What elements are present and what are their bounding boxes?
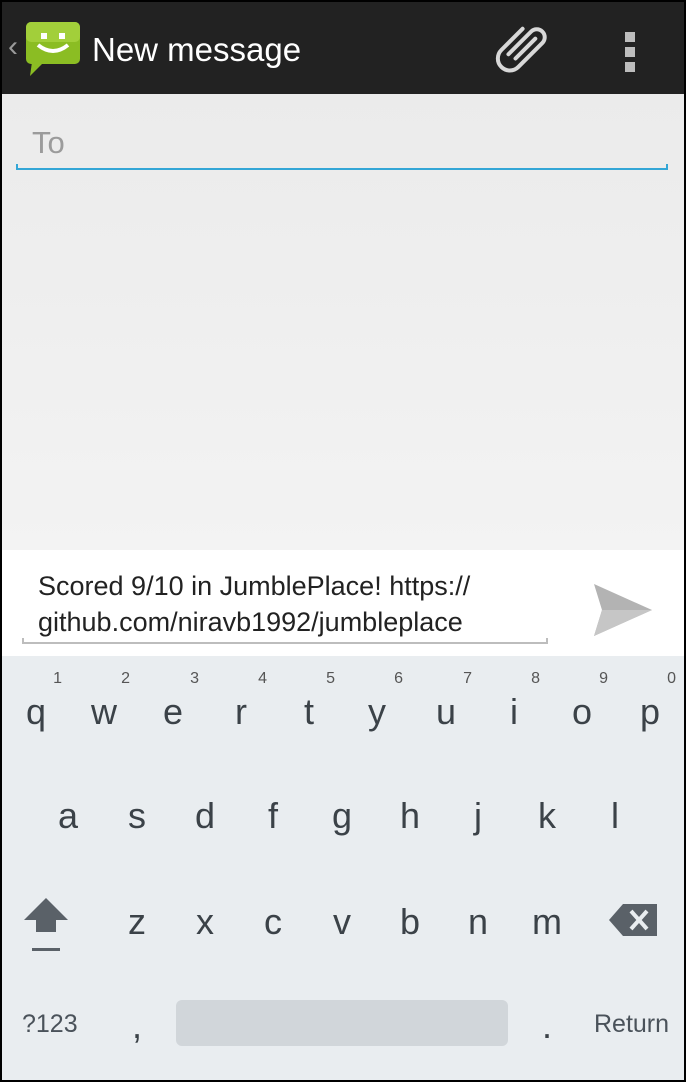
soft-keyboard: 1q 2w 3e 4r 5t 6y 7u 8i 9o 0p a s d f g … bbox=[2, 656, 684, 1080]
return-key[interactable]: Return bbox=[594, 1010, 669, 1039]
key-j[interactable]: j bbox=[444, 760, 512, 856]
message-line-2: github.com/niravb1992/jumbleplace bbox=[38, 607, 463, 637]
key-h[interactable]: h bbox=[376, 760, 444, 856]
key-m[interactable]: m bbox=[513, 866, 581, 962]
space-bar[interactable] bbox=[176, 1000, 508, 1046]
key-char: s bbox=[128, 795, 146, 836]
key-char: y bbox=[368, 691, 386, 732]
paperclip-icon[interactable] bbox=[492, 20, 556, 80]
key-y[interactable]: 6y bbox=[343, 656, 411, 752]
key-char: t bbox=[303, 691, 314, 732]
key-hint: 7 bbox=[463, 670, 472, 687]
backspace-icon[interactable] bbox=[600, 866, 668, 962]
key-char: w bbox=[91, 691, 117, 732]
overflow-dot bbox=[625, 32, 635, 42]
key-v[interactable]: v bbox=[308, 866, 376, 962]
key-hint: 6 bbox=[394, 670, 403, 687]
key-w[interactable]: 2w bbox=[70, 656, 138, 752]
key-p[interactable]: 0p bbox=[616, 656, 684, 752]
key-c[interactable]: c bbox=[239, 866, 307, 962]
send-icon[interactable] bbox=[592, 582, 654, 638]
key-char: v bbox=[333, 901, 351, 942]
key-char: p bbox=[639, 691, 661, 732]
key-n[interactable]: n bbox=[444, 866, 512, 962]
key-char: h bbox=[399, 795, 421, 836]
screen: ‹ New message To Scored 9/10 in JumblePl… bbox=[2, 2, 684, 1080]
key-char: j bbox=[474, 795, 482, 836]
key-o[interactable]: 9o bbox=[548, 656, 616, 752]
key-b[interactable]: b bbox=[376, 866, 444, 962]
key-a[interactable]: a bbox=[34, 760, 102, 856]
overflow-menu-icon[interactable] bbox=[614, 24, 646, 76]
key-char: u bbox=[435, 691, 457, 732]
key-char: o bbox=[571, 691, 593, 732]
key-k[interactable]: k bbox=[513, 760, 581, 856]
key-char: l bbox=[611, 795, 619, 836]
key-t[interactable]: 5t bbox=[275, 656, 343, 752]
key-char: e bbox=[162, 691, 184, 732]
recipient-input[interactable] bbox=[16, 118, 668, 170]
key-char: r bbox=[235, 691, 247, 732]
compose-bar: Scored 9/10 in JumblePlace! https:// gith… bbox=[2, 550, 684, 656]
key-char: , bbox=[131, 1005, 142, 1046]
key-char: n bbox=[467, 901, 489, 942]
key-e[interactable]: 3e bbox=[139, 656, 207, 752]
key-char: k bbox=[538, 795, 556, 836]
key-d[interactable]: d bbox=[171, 760, 239, 856]
key-char: q bbox=[25, 691, 47, 732]
key-u[interactable]: 7u bbox=[412, 656, 480, 752]
key-hint: 5 bbox=[326, 670, 335, 687]
key-char: a bbox=[57, 795, 79, 836]
key-char: m bbox=[532, 901, 562, 942]
page-title: New message bbox=[92, 31, 302, 68]
key-hint: 1 bbox=[53, 670, 62, 687]
key-hint: 0 bbox=[667, 670, 676, 687]
key-s[interactable]: s bbox=[103, 760, 171, 856]
key-x[interactable]: x bbox=[171, 866, 239, 962]
key-char: g bbox=[331, 795, 353, 836]
key-hint: 4 bbox=[258, 670, 267, 687]
key-z[interactable]: z bbox=[103, 866, 171, 962]
key-char: d bbox=[194, 795, 216, 836]
key-char: i bbox=[510, 691, 518, 732]
message-underline bbox=[22, 638, 548, 644]
shift-arrow-icon[interactable] bbox=[12, 866, 80, 962]
key-f[interactable]: f bbox=[239, 760, 307, 856]
key-r[interactable]: 4r bbox=[207, 656, 275, 752]
key-q[interactable]: 1q bbox=[2, 656, 70, 752]
up-caret-icon[interactable]: ‹ bbox=[8, 32, 18, 62]
key-g[interactable]: g bbox=[308, 760, 376, 856]
key-char: f bbox=[267, 795, 278, 836]
key-char: c bbox=[264, 901, 282, 942]
key-hint: 2 bbox=[121, 670, 130, 687]
key-hint: 3 bbox=[190, 670, 199, 687]
key-comma[interactable]: , bbox=[103, 970, 171, 1060]
overflow-dot bbox=[625, 47, 635, 57]
key-char: b bbox=[399, 901, 421, 942]
conversation-area bbox=[2, 94, 684, 550]
message-input[interactable]: Scored 9/10 in JumblePlace! https:// gith… bbox=[38, 568, 558, 640]
key-l[interactable]: l bbox=[581, 760, 649, 856]
symbols-key[interactable]: ?123 bbox=[22, 1010, 78, 1039]
key-hint: 8 bbox=[531, 670, 540, 687]
key-i[interactable]: 8i bbox=[480, 656, 548, 752]
messaging-smiley-icon[interactable] bbox=[24, 20, 82, 78]
action-bar: ‹ New message bbox=[2, 2, 684, 94]
key-char: x bbox=[196, 901, 214, 942]
key-hint: 9 bbox=[599, 670, 608, 687]
key-period[interactable]: . bbox=[513, 970, 581, 1060]
overflow-dot bbox=[625, 62, 635, 72]
message-line-1: Scored 9/10 in JumblePlace! https:// bbox=[38, 571, 471, 601]
key-char: . bbox=[541, 1005, 552, 1046]
key-char: z bbox=[128, 901, 146, 942]
